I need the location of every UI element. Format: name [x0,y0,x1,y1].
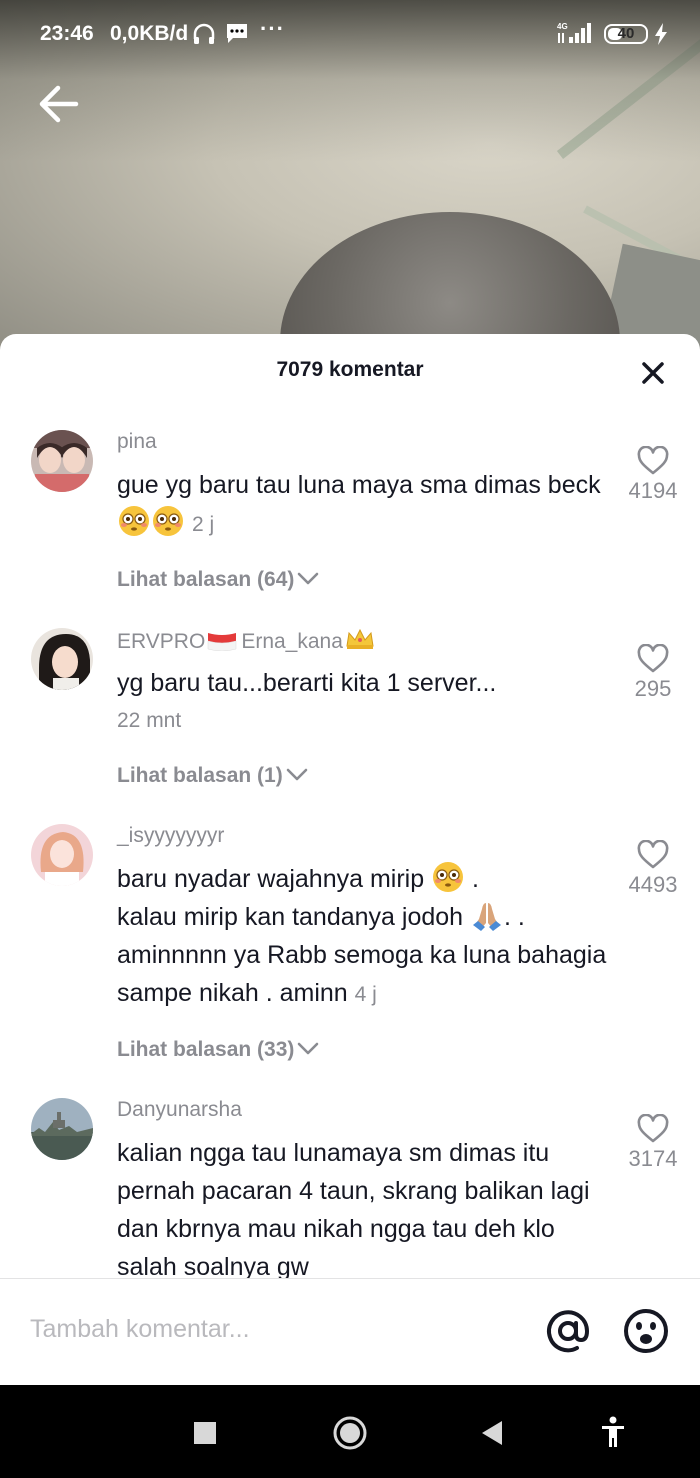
comment-username[interactable]: Danyunarsha [117,1098,242,1122]
close-icon[interactable] [638,358,668,388]
like-button[interactable]: 3174 [618,1114,688,1172]
circle-nav-icon[interactable] [332,1415,368,1451]
avatar[interactable] [31,824,93,886]
heart-icon [637,446,669,475]
battery-level: 40 [617,25,635,42]
comment-time: 4 j [354,983,377,1006]
signal-icon: 4G [557,22,591,43]
flushed-face-emoji [433,862,464,892]
status-time: 23:46 [40,22,94,45]
comments-count-title: 7079 komentar [276,358,424,381]
network-speed: 0,0KB/d [110,22,189,45]
battery-icon: 40 [604,24,648,44]
heart-icon [637,1114,669,1143]
comment-item: _isyyyyyyyr baru nyadar wajahnya mirip .… [0,824,700,1074]
like-count: 4194 [628,478,678,503]
chevron-down-icon [286,768,308,781]
like-count: 4493 [628,872,678,897]
more-notifications-icon: ··· [260,16,285,41]
accessibility-icon[interactable] [600,1416,626,1448]
like-button[interactable]: 4194 [618,446,688,504]
avatar[interactable] [31,1098,93,1160]
comments-sheet: 7079 komentar pina gue yg baru tau luna … [0,334,700,1385]
message-icon [227,24,247,43]
comment-item: pina gue yg baru tau luna maya sma dimas… [0,430,700,600]
heart-icon [637,644,669,673]
comment-input[interactable] [30,1309,510,1349]
comment-text: kalian ngga tau lunamaya sm dimas itu pe… [117,1139,590,1281]
comment-time: 2 j [191,513,215,536]
like-button[interactable]: 4493 [618,840,688,898]
chevron-down-icon [298,1042,319,1055]
view-replies-button[interactable]: Lihat balasan (64) [117,568,319,592]
svg-text:4G: 4G [557,22,568,31]
system-nav-bar [0,1385,700,1478]
comment-input-bar [0,1278,700,1385]
heart-icon [637,840,669,869]
comment-username[interactable]: _isyyyyyyyr [117,824,224,848]
triangle-nav-icon[interactable] [480,1419,504,1447]
comment-time: 22 mnt [117,709,182,732]
avatar[interactable] [31,628,93,690]
comment-item: ERVPRO Erna_kana yg baru tau...berarti ki… [0,628,700,798]
comment-username[interactable]: ERVPRO Erna_kana [117,628,375,654]
at-icon[interactable] [544,1307,592,1355]
comment-text: yg baru tau...berarti kita 1 server... [117,669,497,697]
avatar[interactable] [31,430,93,492]
back-arrow-icon[interactable] [36,82,84,126]
comment-item: Danyunarsha kalian ngga tau lunamaya sm … [0,1098,700,1298]
status-bar: 23:46 0,0KB/d ··· 4G 40 [0,0,700,70]
emoji-icon[interactable] [622,1307,670,1355]
praying-hands-emoji [473,903,502,931]
flushed-face-emoji [119,506,149,536]
like-button[interactable]: 295 [618,644,688,702]
view-replies-button[interactable]: Lihat balasan (1) [117,764,308,788]
square-nav-icon[interactable] [193,1421,217,1445]
comment-text: baru nyadar wajahnya mirip . kalau mirip … [117,860,617,1014]
indonesia-flag-emoji [208,633,237,651]
headset-icon [193,23,215,44]
crown-emoji [346,628,374,649]
view-replies-button[interactable]: Lihat balasan (33) [117,1038,319,1062]
charging-icon [655,23,667,45]
comment-username[interactable]: pina [117,430,157,454]
like-count: 295 [634,676,672,701]
chevron-down-icon [298,572,319,585]
comments-header: 7079 komentar [0,334,700,412]
like-count: 3174 [628,1146,678,1171]
comment-text: gue yg baru tau luna maya sma dimas beck… [117,471,601,536]
flushed-face-emoji [153,506,183,536]
